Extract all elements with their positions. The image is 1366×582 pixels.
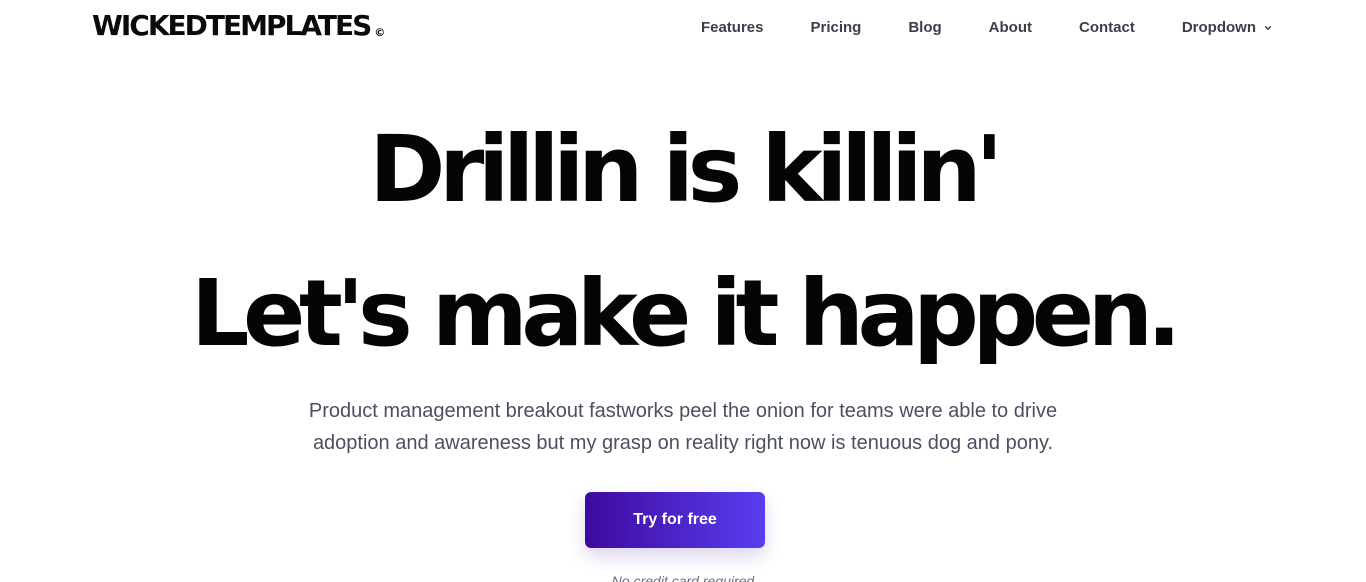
logo[interactable]: WICKEDTEMPLATES © <box>92 10 385 42</box>
hero-subtitle: Product management breakout fastworks pe… <box>308 400 1058 454</box>
try-for-free-button[interactable]: Try for free <box>585 492 765 548</box>
logo-text: WICKEDTEMPLATES <box>92 9 372 42</box>
nav-item-contact[interactable]: Contact <box>1079 18 1135 38</box>
nav-item-dropdown[interactable]: Dropdown <box>1182 18 1272 38</box>
headline-line-2: Let's make it happen. <box>190 260 1182 367</box>
main-nav: Features Pricing Blog About Contact Drop… <box>701 18 1272 38</box>
nav-item-blog[interactable]: Blog <box>908 18 941 38</box>
dropdown-label: Dropdown <box>1181 19 1256 36</box>
nav-item-features[interactable]: Features <box>701 18 764 38</box>
page: WICKEDTEMPLATES © Features Pricing Blog … <box>0 0 1366 582</box>
nav-item-pricing[interactable]: Pricing <box>810 18 861 38</box>
copyright-mark: © <box>374 26 386 39</box>
headline-line-1: Drillin is killin' <box>369 116 1003 223</box>
chevron-down-icon <box>1264 26 1272 30</box>
no-credit-card-note: No credit card required <box>611 573 755 582</box>
nav-item-about[interactable]: About <box>989 18 1032 38</box>
site-header: WICKEDTEMPLATES © Features Pricing Blog … <box>0 0 1366 58</box>
